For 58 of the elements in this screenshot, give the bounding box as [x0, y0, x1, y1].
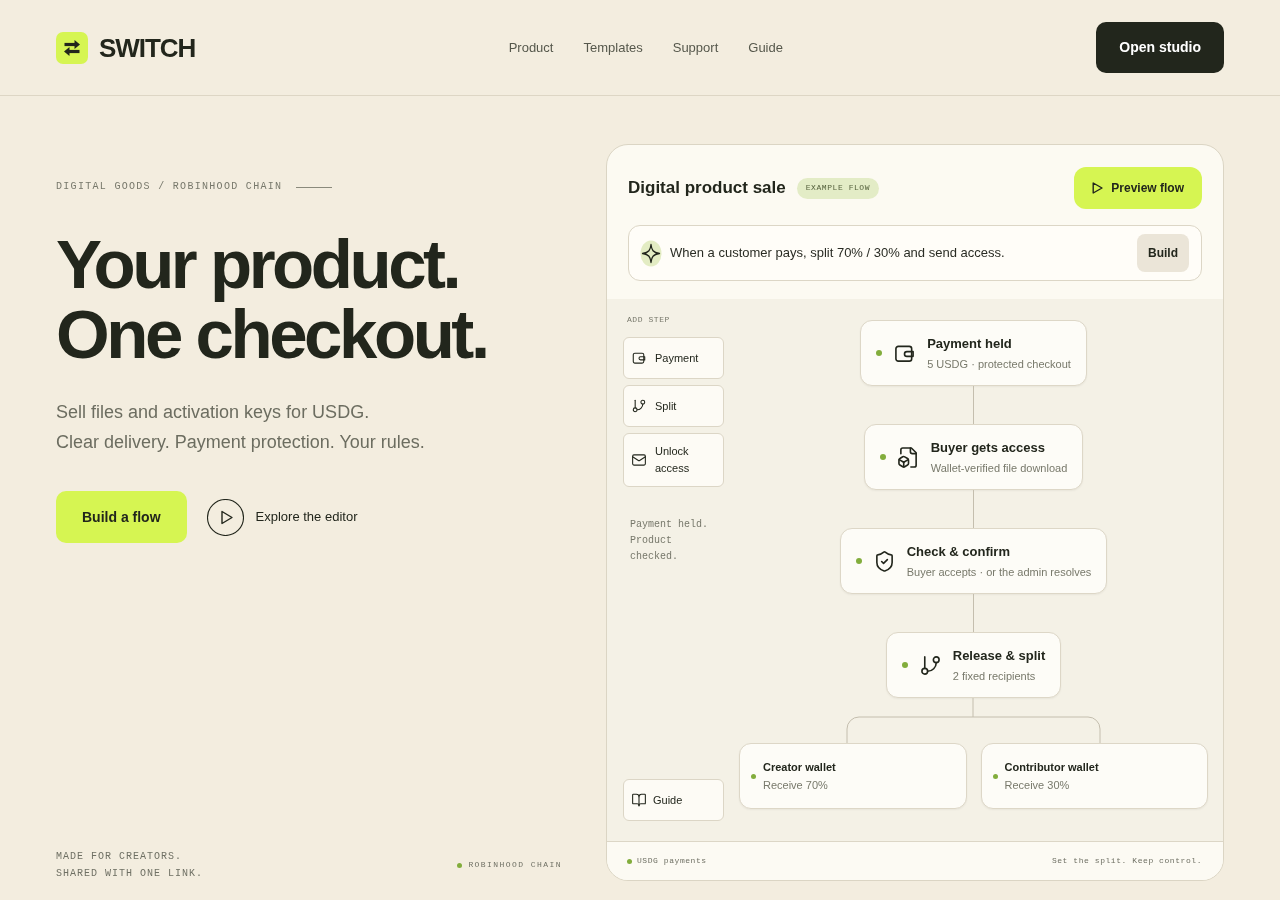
branch-icon — [632, 399, 646, 413]
file-box-icon — [897, 446, 919, 468]
step-palette-item[interactable]: Unlock access — [623, 433, 724, 487]
nav-link[interactable]: Guide — [748, 39, 783, 56]
explore-editor-link[interactable]: Explore the editor — [206, 498, 358, 536]
step-title: Payment held — [927, 334, 1013, 353]
connector-line — [973, 490, 974, 528]
nav-link[interactable]: Support — [672, 39, 719, 56]
recipient-node[interactable]: Contributor wallet Receive 30% — [980, 743, 1208, 809]
tagline: MADE FOR CREATORS. SHARED WITH ONE LINK. — [56, 850, 204, 881]
mail-icon — [632, 453, 646, 467]
build-button[interactable]: Build — [1137, 234, 1189, 272]
play-icon — [206, 498, 244, 536]
recipient-share: Receive 70% — [763, 778, 829, 793]
wallet-icon — [632, 351, 646, 365]
step-subtitle: Wallet-verified file download — [930, 460, 1068, 476]
book-icon — [632, 793, 646, 807]
recipient-share: Receive 30% — [1004, 778, 1071, 793]
connector-line — [973, 386, 974, 424]
headline: Your product. One checkout. — [56, 230, 487, 370]
branch-icon — [919, 654, 941, 676]
open-studio-button[interactable]: Open studio — [1096, 22, 1224, 73]
step-title: Buyer gets access — [930, 438, 1046, 457]
step-node[interactable]: Payment held 5 USDG · protected checkout — [860, 320, 1087, 386]
eyebrow: DIGITAL GOODS / ROBINHOOD CHAIN — [56, 181, 283, 193]
shield-check-icon — [873, 550, 895, 572]
step-subtitle: Buyer accepts · or the admin resolves — [906, 564, 1092, 580]
status-text: Set the split. Keep control. — [1051, 855, 1202, 867]
step-subtitle: 5 USDG · protected checkout — [927, 356, 1071, 372]
flow-note: Payment held. Product checked. — [630, 518, 709, 564]
nav-link[interactable]: Templates — [583, 39, 643, 56]
step-palette-item[interactable]: Payment — [623, 337, 724, 379]
build-flow-button[interactable]: Build a flow — [56, 491, 187, 543]
play-icon — [1092, 182, 1104, 194]
network-label: ROBINHOOD CHAIN — [468, 860, 562, 870]
status-text: USDG payments — [637, 855, 707, 867]
connector-line — [973, 594, 974, 632]
step-subtitle: 2 fixed recipients — [952, 668, 1037, 684]
guide-button[interactable]: Guide — [623, 779, 724, 821]
step-node[interactable]: Check & confirm Buyer accepts · or the admin resolves — [839, 528, 1108, 594]
step-palette-item[interactable]: Split — [623, 385, 724, 427]
step-node[interactable]: Buyer gets access Wallet-verified file download — [863, 424, 1084, 490]
step-title: Release & split — [952, 646, 1046, 665]
nav-link[interactable]: Product — [508, 39, 554, 56]
prompt-field[interactable]: When a customer pays, split 70% / 30% and send access. Build — [628, 225, 1202, 281]
preview-flow-button[interactable]: Preview flow — [1074, 167, 1202, 209]
step-title: Check & confirm — [906, 542, 1011, 561]
step-node[interactable]: Release & split 2 fixed recipients — [885, 632, 1062, 698]
editor-title: Digital product sale — [628, 177, 786, 200]
logo-icon — [56, 31, 88, 64]
hero-subtitle: Sell files and activation keys for USDG. Clear delivery. Payment protection. Your rules. — [56, 401, 425, 454]
example-flow-badge: EXAMPLE FLOW — [796, 177, 880, 199]
recipient-title: Creator wallet — [763, 760, 836, 775]
add-step-heading: ADD STEP — [627, 315, 670, 325]
recipient-title: Contributor wallet — [1004, 760, 1099, 775]
brand-name: SWITCH — [99, 34, 196, 61]
sparkle-icon — [640, 239, 662, 267]
recipient-node[interactable]: Creator wallet Receive 70% — [739, 743, 967, 809]
